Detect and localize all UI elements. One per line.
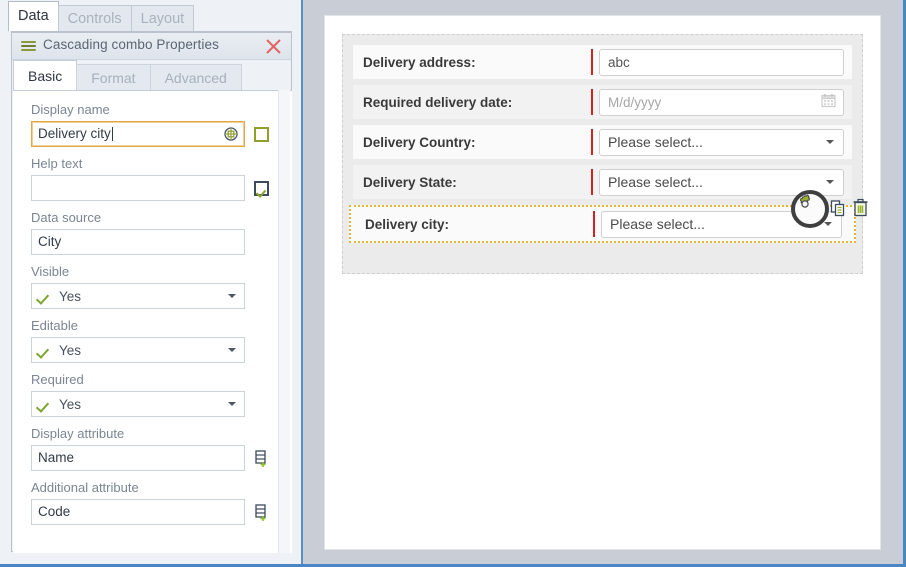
form-row-delivery-city[interactable]: Delivery city: Please select... [349, 190, 868, 243]
field-data-source-label: Data source [31, 210, 102, 225]
delivery-state-value: Please select... [608, 174, 703, 190]
additional-attribute-input[interactable]: Code [31, 499, 245, 525]
properties-scroll-body: Display name Delivery city Help text Dat… [13, 90, 292, 553]
form-row-delivery-date[interactable]: Required delivery date: M/d/yyyy [353, 85, 852, 119]
row-label-delivery-state: Delivery State: [363, 174, 457, 190]
required-dropdown[interactable]: Yes [31, 391, 245, 417]
required-indicator [591, 49, 593, 75]
tab-controls[interactable]: Controls [57, 5, 132, 31]
delivery-city-value: Please select... [610, 216, 705, 232]
row-action-toolbar [791, 190, 869, 228]
close-icon[interactable] [263, 35, 285, 57]
chevron-down-icon [228, 402, 236, 406]
data-source-input[interactable]: City [31, 229, 245, 255]
tab-advanced[interactable]: Advanced [149, 64, 242, 91]
globe-icon[interactable] [223, 126, 239, 142]
visible-value: Yes [59, 288, 82, 304]
field-help-text: Help text [31, 156, 278, 201]
required-indicator [591, 89, 593, 115]
field-editable: Editable Yes [31, 318, 278, 363]
delivery-address-value: abc [608, 54, 630, 70]
display-name-translate-checkbox[interactable] [254, 126, 269, 142]
required-indicator [591, 129, 593, 155]
properties-tab-bar: Basic Format Advanced [13, 60, 290, 91]
editable-value: Yes [59, 342, 82, 358]
form-preview-container: Delivery address: abc Required delivery … [342, 34, 868, 274]
display-name-value: Delivery city [38, 126, 111, 141]
field-data-source: Data source City [31, 210, 278, 255]
check-icon [39, 400, 52, 409]
field-editable-label: Editable [31, 318, 78, 333]
form-row-delivery-state[interactable]: Delivery State: Please select... [353, 165, 852, 199]
delete-trash-icon[interactable] [852, 198, 869, 220]
tab-format-label: Format [91, 70, 136, 86]
top-tab-bar: Data Controls Layout [8, 0, 195, 31]
chevron-down-icon [228, 294, 236, 298]
data-source-value: City [38, 234, 62, 249]
properties-dialog: Cascading combo Properties Basic Format … [11, 31, 292, 553]
calendar-icon[interactable] [821, 93, 836, 111]
visible-dropdown[interactable]: Yes [31, 283, 245, 309]
field-visible-label: Visible [31, 264, 70, 279]
delivery-date-input[interactable]: M/d/yyyy [599, 88, 844, 116]
delivery-country-value: Please select... [608, 134, 703, 150]
tab-format[interactable]: Format [76, 64, 151, 91]
database-add-icon[interactable] [254, 449, 270, 467]
check-icon [39, 346, 52, 355]
tab-basic[interactable]: Basic [13, 60, 78, 91]
form-row-delivery-address[interactable]: Delivery address: abc [353, 45, 852, 79]
tab-layout[interactable]: Layout [130, 5, 195, 31]
field-display-name: Display name Delivery city [31, 102, 278, 147]
properties-form: Display name Delivery city Help text Dat… [13, 91, 278, 534]
chevron-down-icon [826, 180, 834, 184]
properties-scrollbar[interactable] [278, 90, 290, 553]
tab-basic-label: Basic [28, 68, 63, 84]
row-label-delivery-date: Required delivery date: [363, 94, 513, 110]
field-visible: Visible Yes [31, 264, 278, 309]
field-display-attribute: Display attribute Name [31, 426, 278, 471]
delivery-country-dropdown[interactable]: Please select... [599, 128, 844, 156]
check-icon [39, 292, 52, 301]
tab-controls-label: Controls [67, 11, 122, 27]
form-row-delivery-country[interactable]: Delivery Country: Please select... [353, 125, 852, 159]
row-label-delivery-country: Delivery Country: [363, 134, 476, 150]
field-help-text-label: Help text [31, 156, 83, 171]
properties-dialog-title: Cascading combo Properties [43, 37, 219, 52]
row-label-delivery-city: Delivery city: [365, 216, 450, 232]
help-text-translate-checkbox[interactable] [254, 180, 269, 196]
properties-pane: Data Controls Layout Cascading combo Pro… [0, 0, 303, 564]
additional-attribute-value: Code [38, 504, 71, 519]
tab-advanced-label: Advanced [164, 70, 227, 86]
field-display-attribute-label: Display attribute [31, 426, 125, 441]
help-text-input[interactable] [31, 175, 245, 201]
copy-icon[interactable] [830, 199, 847, 220]
delivery-address-input[interactable]: abc [599, 48, 844, 76]
display-attribute-input[interactable]: Name [31, 445, 245, 471]
editable-dropdown[interactable]: Yes [31, 337, 245, 363]
row-label-delivery-address: Delivery address: [363, 54, 476, 70]
required-value: Yes [59, 396, 82, 412]
field-additional-attribute: Additional attribute Code [31, 480, 278, 525]
field-additional-attribute-label: Additional attribute [31, 480, 139, 495]
settings-gear-icon[interactable] [791, 190, 829, 228]
required-indicator [593, 211, 595, 237]
list-lines-icon [21, 41, 36, 51]
application-window: Data Controls Layout Cascading combo Pro… [0, 0, 906, 567]
tab-layout-label: Layout [140, 11, 185, 27]
tab-data-label: Data [18, 8, 49, 24]
delivery-date-placeholder: M/d/yyyy [608, 94, 662, 110]
field-display-name-label: Display name [31, 102, 110, 117]
field-required: Required Yes [31, 372, 278, 417]
form-designer-canvas: Delivery address: abc Required delivery … [325, 16, 880, 549]
required-indicator [591, 169, 593, 195]
tab-data[interactable]: Data [8, 1, 59, 31]
chevron-down-icon [826, 140, 834, 144]
display-name-input[interactable]: Delivery city [31, 121, 245, 147]
chevron-down-icon [228, 348, 236, 352]
database-add-icon[interactable] [254, 503, 270, 521]
properties-titlebar: Cascading combo Properties [12, 33, 291, 60]
display-attribute-value: Name [38, 450, 75, 465]
field-required-label: Required [31, 372, 84, 387]
